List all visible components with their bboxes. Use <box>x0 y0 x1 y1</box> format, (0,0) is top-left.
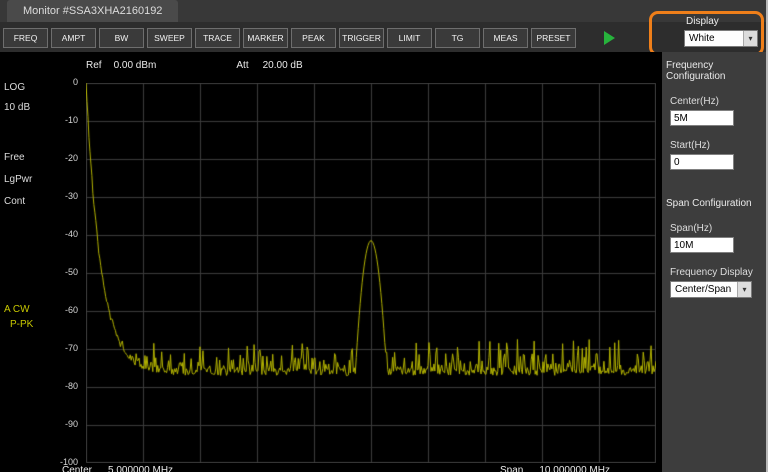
toolbar-button-trace[interactable]: TRACE <box>195 28 240 48</box>
y-tick-label: -60 <box>64 305 78 315</box>
play-icon <box>604 31 615 45</box>
toolbar-button-ampt[interactable]: AMPT <box>51 28 96 48</box>
toolbar-button-marker[interactable]: MARKER <box>243 28 288 48</box>
toolbar-button-trigger[interactable]: TRIGGER <box>339 28 384 48</box>
center-frequency-readout: Center 5.000000 MHz <box>62 465 173 472</box>
frequency-display-label: Frequency Display <box>670 267 753 278</box>
spectrum-plot-canvas <box>86 83 656 463</box>
span-configuration-header: Span Configuration <box>666 198 752 209</box>
y-tick-label: -30 <box>64 191 78 201</box>
display-label: Display <box>686 16 719 27</box>
display-dropdown-value: White <box>689 33 715 44</box>
start-hz-input[interactable] <box>670 154 734 170</box>
monitor-tab[interactable]: Monitor #SSA3XHA2160192 <box>7 0 179 22</box>
span-value: 10.000000 MHz <box>539 465 610 472</box>
toolbar-button-limit[interactable]: LIMIT <box>387 28 432 48</box>
chevron-down-icon: ▾ <box>737 282 751 297</box>
chevron-down-icon: ▾ <box>743 31 757 46</box>
y-tick-label: -70 <box>64 343 78 353</box>
y-tick-label: 0 <box>72 77 78 87</box>
y-tick-label: -20 <box>64 153 78 163</box>
display-dropdown[interactable]: White ▾ <box>684 30 758 47</box>
toolbar-button-freq[interactable]: FREQ <box>3 28 48 48</box>
span-readout: Span 10.000000 MHz <box>500 465 610 472</box>
toolbar-button-peak[interactable]: PEAK <box>291 28 336 48</box>
span-hz-label: Span(Hz) <box>670 223 713 234</box>
app-window: Monitor #SSA3XHA2160192 FREQ AMPT BW SWE… <box>0 0 768 472</box>
toolbar-button-meas[interactable]: MEAS <box>483 28 528 48</box>
center-label: Center <box>62 465 93 472</box>
right-panel: Frequency Configuration Center(Hz) Start… <box>662 52 766 472</box>
frequency-display-dropdown[interactable]: Center/Span ▾ <box>670 281 752 298</box>
y-tick-label: -90 <box>64 419 78 429</box>
ref-att-readout: Ref 0.00 dBm Att 20.00 dB <box>86 60 303 71</box>
toolbar-button-preset[interactable]: PRESET <box>531 28 576 48</box>
center-hz-input[interactable] <box>670 110 734 126</box>
start-hz-label: Start(Hz) <box>670 140 710 151</box>
ref-value: 0.00 dBm <box>113 60 157 71</box>
y-tick-label: -80 <box>64 381 78 391</box>
toolbar: FREQ AMPT BW SWEEP TRACE MARKER PEAK TRI… <box>0 22 766 54</box>
y-tick-label: -40 <box>64 229 78 239</box>
toolbar-button-bw[interactable]: BW <box>99 28 144 48</box>
tab-bar: Monitor #SSA3XHA2160192 <box>0 0 766 22</box>
span-label: Span <box>500 465 524 472</box>
toolbar-button-sweep[interactable]: SWEEP <box>147 28 192 48</box>
y-tick-label: -50 <box>64 267 78 277</box>
display-selector: Display White ▾ <box>684 16 758 47</box>
center-value: 5.000000 MHz <box>108 465 174 472</box>
toolbar-button-tg[interactable]: TG <box>435 28 480 48</box>
att-label: Att <box>236 60 249 71</box>
y-axis-labels: 0 -10 -20 -30 -40 -50 -60 -70 -80 -90 -100 <box>0 52 82 472</box>
y-tick-label: -10 <box>64 115 78 125</box>
span-hz-input[interactable] <box>670 237 734 253</box>
run-button[interactable] <box>604 30 620 46</box>
att-value: 20.00 dB <box>262 60 303 71</box>
frequency-configuration-header: Frequency Configuration <box>666 60 726 82</box>
center-hz-label: Center(Hz) <box>670 96 719 107</box>
frequency-display-value: Center/Span <box>675 284 732 295</box>
ref-label: Ref <box>86 60 102 71</box>
spectrum-chart-area: Ref 0.00 dBm Att 20.00 dB LOG 10 dB Free… <box>0 52 662 472</box>
